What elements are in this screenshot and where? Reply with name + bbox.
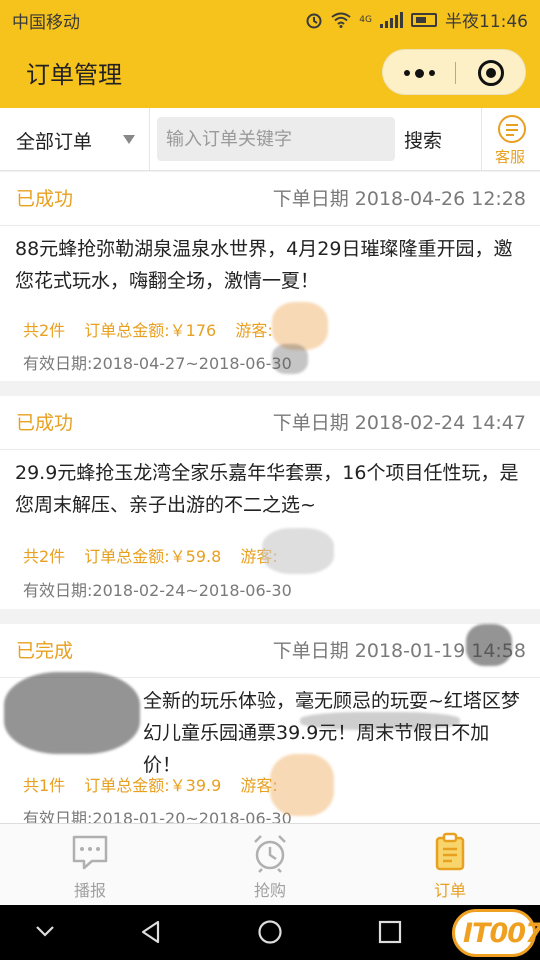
order-description: 88元蜂抢弥勒湖泉温泉水世界，4月29日璀璨隆重开园，邀您花式玩水，嗨翻全场，激… — [15, 238, 513, 292]
mini-program-capsule — [382, 49, 526, 95]
chevron-down-icon[interactable] — [33, 919, 57, 943]
divider — [0, 449, 540, 450]
redaction-mark — [270, 754, 334, 816]
tab-label: 播报 — [73, 881, 106, 900]
item-count: 共2件 — [23, 321, 66, 340]
search-button[interactable]: 搜索 — [404, 126, 442, 153]
order-status: 已成功 — [16, 412, 74, 434]
customer-service-label: 客服 — [495, 148, 526, 166]
order-card[interactable]: 已完成 下单日期 2018-01-19 14:58 全新的玩乐体验，毫无顾忌的玩… — [0, 624, 540, 828]
customer-service-button[interactable]: 客服 — [481, 108, 540, 170]
close-mini-program-button[interactable] — [478, 60, 504, 86]
tab-flash-sale[interactable]: 抢购 — [210, 824, 330, 906]
order-clipboard-icon — [435, 832, 465, 871]
capsule-divider — [455, 62, 456, 84]
status-icons: 4G 半夜11:46 — [305, 7, 528, 32]
redaction-mark — [4, 672, 140, 754]
search-input[interactable] — [157, 117, 395, 161]
alarm-status-icon — [306, 13, 322, 28]
order-card[interactable]: 已成功 下单日期 2018-02-24 14:47 29.9元蜂抢玉龙湾全家乐嘉… — [0, 396, 540, 609]
order-meta: 共2件 订单总金额:￥176 游客: — [23, 317, 287, 341]
signal-icon — [380, 11, 403, 28]
item-count: 共2件 — [23, 547, 66, 566]
network-type-label: 4G — [359, 14, 372, 25]
tab-label: 抢购 — [253, 881, 286, 900]
battery-icon — [411, 12, 437, 27]
app-header: 订单管理 — [0, 36, 540, 108]
redaction-mark — [272, 344, 308, 374]
dropdown-label: 全部订单 — [16, 131, 93, 153]
broadcast-icon — [72, 835, 108, 870]
order-total: 订单总金额:￥176 — [84, 321, 217, 340]
carrier-name: 中国移动 — [12, 13, 80, 33]
redaction-mark — [262, 528, 334, 574]
order-total: 订单总金额:￥59.8 — [84, 547, 222, 566]
tab-broadcast[interactable]: 播报 — [30, 824, 150, 906]
order-description: 29.9元蜂抢玉龙湾全家乐嘉年华套票，16个项目任性玩，是您周末解压、亲子出游的… — [15, 462, 519, 516]
tab-orders[interactable]: 订单 — [390, 824, 510, 906]
dropdown-arrow-icon — [123, 135, 135, 144]
watermark-text: IT007 — [463, 918, 540, 949]
wifi-icon — [331, 12, 351, 28]
guest-label: 游客: — [235, 321, 273, 340]
home-icon[interactable] — [257, 919, 283, 945]
order-date: 下单日期 2018-04-26 12:28 — [272, 188, 526, 210]
watermark-logo: IT007 — [452, 909, 540, 957]
clock-time: 半夜11:46 — [445, 12, 528, 32]
back-icon[interactable] — [138, 919, 164, 945]
item-count: 共1件 — [23, 776, 66, 795]
order-meta: 共1件 订单总金额:￥39.9 游客: — [23, 772, 292, 796]
bottom-tab-bar: 播报 抢购 订单 — [0, 823, 540, 905]
order-total: 订单总金额:￥39.9 — [84, 776, 222, 795]
redaction-mark — [272, 302, 328, 350]
redaction-mark — [466, 624, 512, 666]
valid-period: 有效日期:2018-02-24~2018-06-30 — [23, 581, 292, 600]
order-meta: 共2件 订单总金额:￥59.8 游客: — [23, 543, 292, 567]
more-menu-button[interactable] — [383, 50, 455, 96]
valid-period: 有效日期:2018-04-27~2018-06-30 — [23, 354, 292, 373]
order-card[interactable]: 已成功 下单日期 2018-04-26 12:28 88元蜂抢弥勒湖泉温泉水世界… — [0, 172, 540, 381]
filter-bar: 全部订单 搜索 客服 — [0, 108, 540, 171]
order-status: 已成功 — [16, 188, 74, 210]
redaction-mark — [300, 712, 460, 730]
alarm-clock-icon — [254, 835, 286, 873]
status-bar: 中国移动 4G 半夜11:46 — [0, 0, 540, 36]
page-title: 订单管理 — [26, 61, 122, 89]
order-date: 下单日期 2018-02-24 14:47 — [272, 412, 526, 434]
tab-label: 订单 — [433, 881, 466, 900]
recent-apps-icon[interactable] — [377, 919, 403, 945]
order-filter-dropdown[interactable]: 全部订单 — [0, 108, 150, 170]
order-status: 已完成 — [16, 640, 74, 662]
divider — [0, 225, 540, 226]
chat-bubble-icon — [498, 115, 526, 143]
